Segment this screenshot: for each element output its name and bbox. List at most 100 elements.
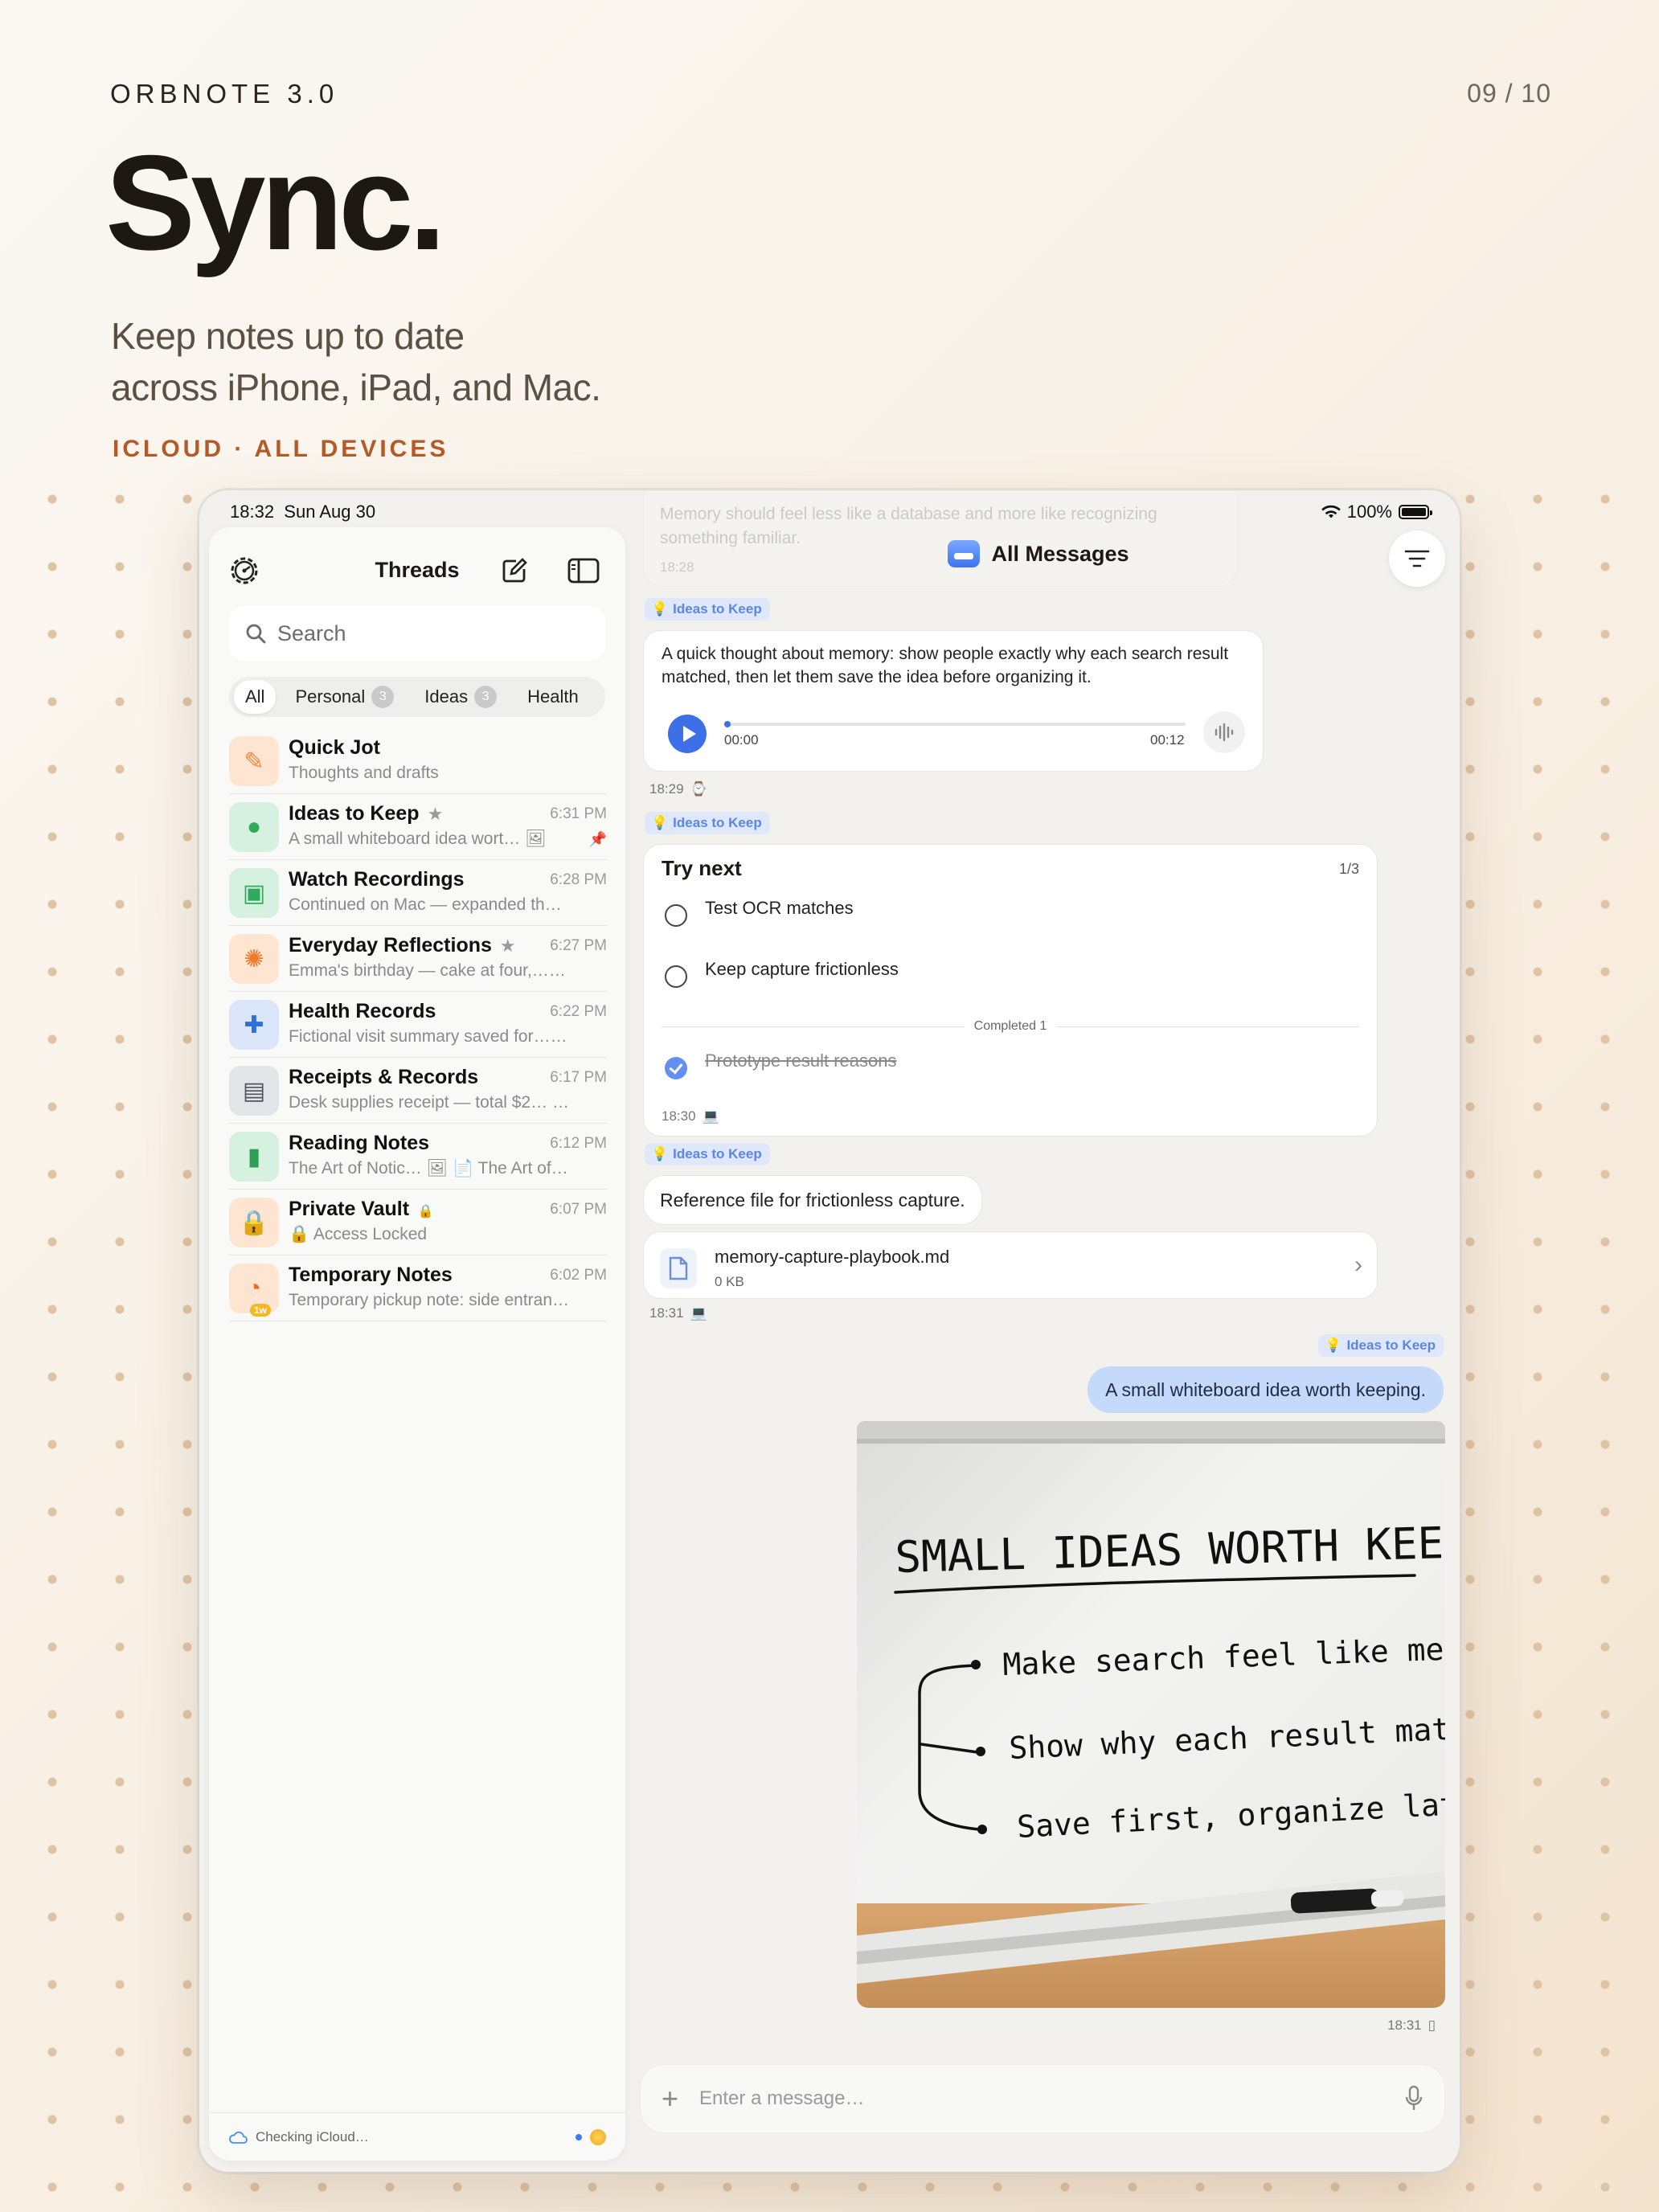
outgoing-message-bubble[interactable]: A small whiteboard idea worth keeping.	[1088, 1366, 1444, 1413]
messages-pane: Memory should feel less like a database …	[625, 490, 1460, 2172]
thread-name: Everyday Reflections ★	[289, 934, 516, 957]
thread-row[interactable]: ✚ Health Records 6:22 PM Fictional visit su…	[229, 992, 607, 1058]
lightbulb-icon: ●	[229, 802, 279, 852]
threads-sidebar: Threads Search All Personal 3 Ideas 3 Heal…	[209, 527, 625, 2161]
thread-name: Temporary Notes	[289, 1264, 453, 1287]
thread-preview: Continued on Mac — expanded the…	[289, 895, 570, 914]
audio-start-time: 00:00	[724, 732, 759, 748]
completed-todo-item[interactable]: Prototype result reasons	[665, 1051, 896, 1079]
chip-count: 3	[371, 686, 395, 708]
thread-tag[interactable]: 💡 Ideas to Keep	[1318, 1334, 1444, 1357]
completed-label: Completed 1	[973, 1019, 1047, 1033]
audio-transcript: A quick thought about memory: show peopl…	[662, 645, 1229, 686]
text-message-bubble[interactable]: Reference file for frictionless capture.	[643, 1175, 982, 1225]
compose-button[interactable]	[497, 553, 532, 588]
sidebar-header: Threads	[209, 545, 625, 593]
chip-ideas[interactable]: Ideas 3	[413, 679, 508, 715]
tag-label: Ideas to Keep	[673, 1146, 762, 1161]
thread-tag[interactable]: 💡 Ideas to Keep	[645, 1143, 770, 1165]
laptop-icon: 💻	[690, 1305, 707, 1321]
thread-name: Private Vault 🔒	[289, 1198, 433, 1221]
waveform-button[interactable]	[1203, 711, 1245, 753]
chip-all[interactable]: All	[234, 680, 276, 714]
thread-time: 6:31 PM	[550, 805, 607, 822]
thread-name-text: Private Vault	[289, 1198, 410, 1220]
lightbulb-icon: 💡	[651, 601, 669, 616]
microphone-icon[interactable]	[1404, 2085, 1423, 2112]
thread-time: 6:27 PM	[550, 937, 607, 954]
search-placeholder: Search	[277, 621, 346, 645]
todo-count: 1/3	[1338, 861, 1359, 877]
add-attachment-icon[interactable]: +	[662, 2082, 678, 2116]
checkbox[interactable]	[665, 904, 687, 927]
ipad-device-frame: 18:32 Sun Aug 30 100% Threads Search All…	[199, 490, 1460, 2172]
laptop-icon: 💻	[702, 1108, 719, 1124]
checkbox[interactable]	[665, 965, 687, 988]
file-name: memory-capture-playbook.md	[715, 1247, 950, 1267]
todo-item[interactable]: Test OCR matches	[665, 898, 854, 927]
thread-row[interactable]: ✺ Everyday Reflections ★ 6:27 PM Emma's birt…	[229, 926, 607, 992]
thread-row[interactable]: 🔒 Private Vault 🔒 6:07 PM 🔒 Access Locked	[229, 1190, 607, 1256]
thread-preview: A small whiteboard idea wort… 🖼	[289, 830, 547, 848]
expiry-badge: 1w	[250, 1304, 272, 1317]
toggle-sidebar-button[interactable]	[566, 553, 601, 588]
thread-name-text: Watch Recordings	[289, 868, 465, 891]
thread-time: 6:17 PM	[550, 1069, 607, 1086]
chip-personal[interactable]: Personal 3	[284, 679, 405, 715]
todo-item[interactable]: Keep capture frictionless	[665, 959, 899, 988]
search-field[interactable]: Search	[229, 606, 605, 661]
lightbulb-icon: 💡	[651, 815, 669, 830]
thread-tag[interactable]: 💡 Ideas to Keep	[645, 812, 770, 834]
thread-preview: The Art of Notic… 🖼 📄 The Art of N…	[289, 1159, 570, 1178]
thread-row[interactable]: ▮ Reading Notes 6:12 PM The Art of Notic… 🖼…	[229, 1124, 607, 1190]
star-icon: ★	[499, 936, 516, 956]
file-attachment-card[interactable]: memory-capture-playbook.md 0 KB ›	[643, 1231, 1378, 1299]
status-time: 18:32 Sun Aug 30	[230, 502, 375, 522]
thread-name: Ideas to Keep ★	[289, 802, 443, 825]
file-size: 0 KB	[715, 1274, 744, 1289]
book-icon: ▮	[229, 1132, 279, 1182]
lightbulb-icon: 💡	[1325, 1337, 1342, 1353]
status-bar: 18:32 Sun Aug 30 100%	[199, 490, 1460, 530]
filter-button[interactable]	[1389, 530, 1445, 587]
thread-name: Health Records	[289, 1000, 436, 1023]
thread-row[interactable]: ✎ Quick Jot Thoughts and drafts	[229, 728, 607, 794]
document-icon	[660, 1248, 697, 1288]
pin-icon: 📌	[588, 831, 607, 847]
tablet-icon: ▯	[1428, 2017, 1436, 2033]
thread-tag[interactable]: 💡 Ideas to Keep	[645, 598, 770, 621]
message-composer[interactable]: + Enter a message…	[640, 2064, 1445, 2133]
thread-row[interactable]: ▤ Receipts & Records 6:17 PM Desk supplies …	[229, 1058, 607, 1124]
status-date: Sun Aug 30	[284, 502, 376, 522]
sync-dot-indicator	[576, 2133, 582, 2140]
thread-row[interactable]: ▣ Watch Recordings 6:28 PM Continued on Mac…	[229, 860, 607, 926]
thread-row[interactable]: ● Ideas to Keep ★ 6:31 PM A small whiteboard…	[229, 794, 607, 860]
sidebar-title: Threads	[375, 558, 460, 582]
pane-title-label: All Messages	[991, 541, 1129, 566]
todo-card: Try next 1/3 Test OCR matches Keep captu…	[643, 844, 1378, 1137]
sun-status-icon	[590, 2128, 606, 2145]
chip-count: 3	[474, 686, 498, 708]
audio-message-card[interactable]: A quick thought about memory: show peopl…	[643, 630, 1264, 772]
thread-row[interactable]: ◔ 1w Temporary Notes 6:02 PM Temporary picku…	[229, 1256, 607, 1321]
sidebar-toggle-icon	[567, 558, 600, 584]
lightbulb-icon: 💡	[651, 1146, 669, 1161]
separator-line	[1056, 1026, 1359, 1027]
play-button[interactable]	[668, 715, 707, 753]
thread-name: Quick Jot	[289, 736, 380, 760]
chip-label: Personal	[295, 686, 366, 707]
pane-title[interactable]: All Messages	[617, 540, 1460, 567]
todo-timestamp: 18:30 💻	[662, 1108, 719, 1124]
whiteboard-photo[interactable]: SMALL IDEAS WORTH KEEPING Make search fe…	[857, 1421, 1445, 2008]
star-icon: ★	[427, 804, 444, 824]
checked-checkbox[interactable]	[665, 1057, 687, 1079]
subtitle-line-2: across iPhone, iPad, and Mac.	[111, 367, 601, 408]
timestamp-text: 18:29	[649, 781, 684, 797]
thread-preview: Temporary pickup note: side entran…	[289, 1291, 570, 1309]
battery-percent: 100%	[1346, 502, 1392, 522]
thread-name-text: Ideas to Keep	[289, 802, 420, 825]
todo-item-label: Keep capture frictionless	[705, 959, 899, 979]
chip-health[interactable]: Health	[516, 680, 590, 714]
thread-preview: 🔒 Access Locked	[289, 1225, 428, 1243]
audio-scrubber[interactable]	[724, 721, 1186, 727]
